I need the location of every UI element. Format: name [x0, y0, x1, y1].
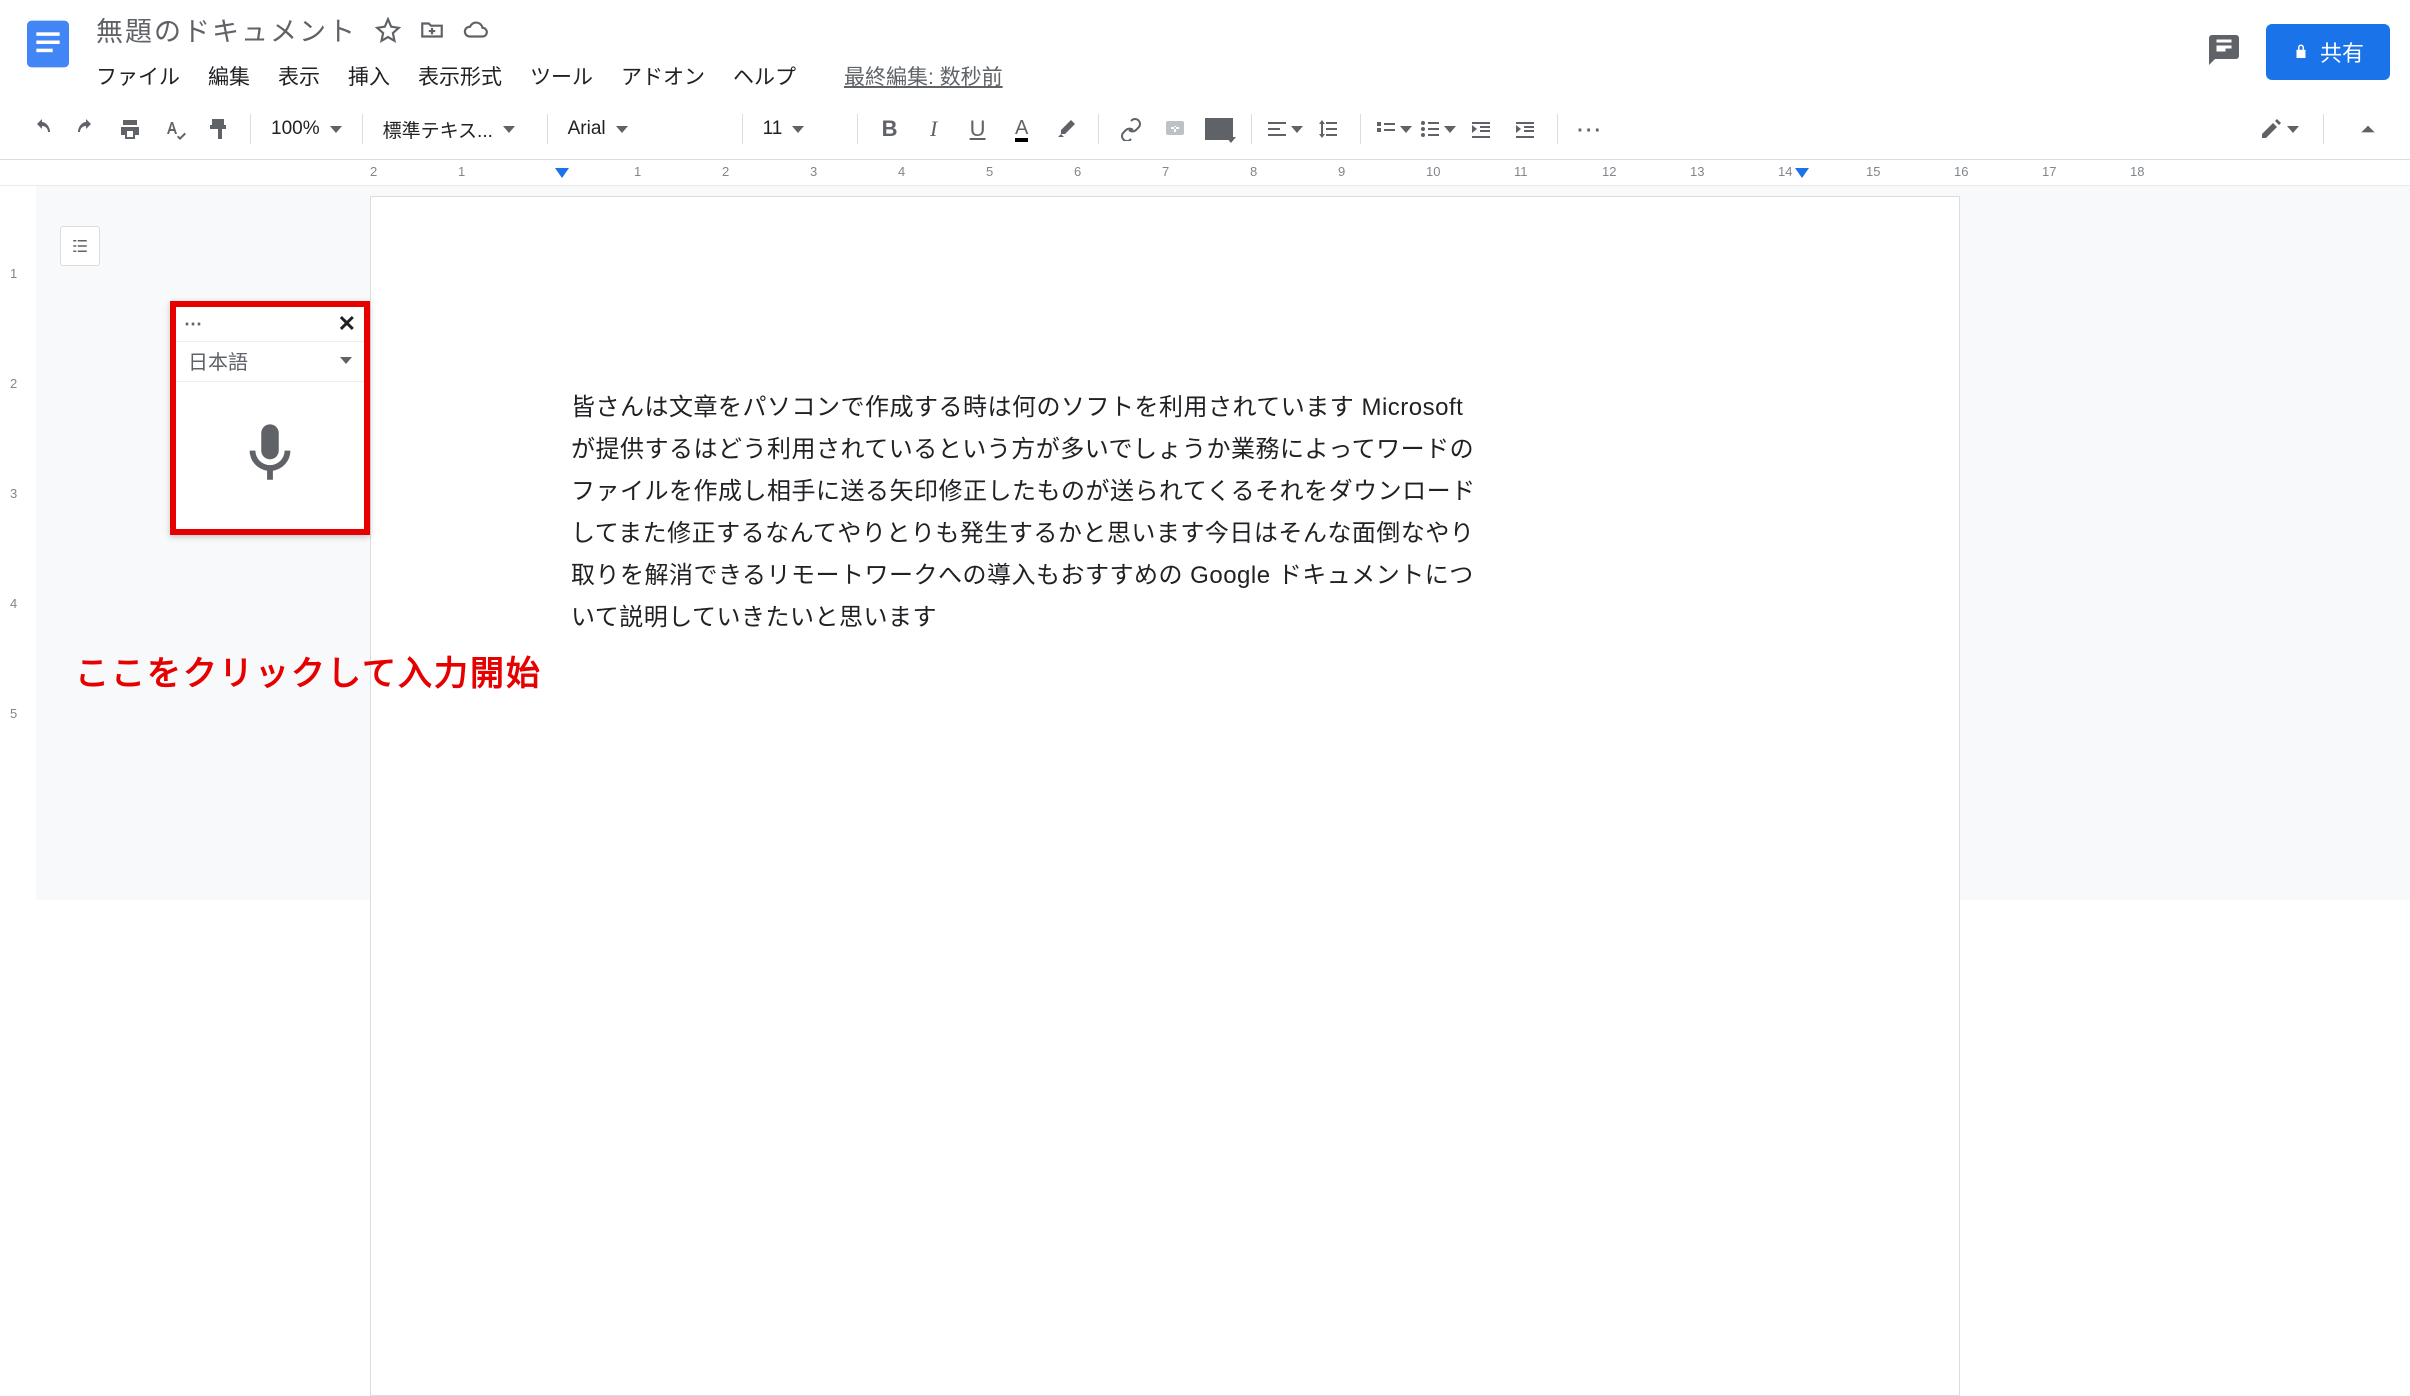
voice-mic-button[interactable] [176, 382, 364, 529]
document-page[interactable]: 皆さんは文章をパソコンで作成する時は何のソフトを利用されています Microso… [370, 196, 1960, 1396]
bulleted-list-button[interactable] [1417, 109, 1457, 149]
header: 無題のドキュメント ファイル 編集 表示 挿入 表示形式 ツール アドオン ヘル… [0, 0, 2410, 91]
outdent-button[interactable] [1461, 109, 1501, 149]
horizontal-ruler[interactable]: 21123456789101112131415161718 [0, 160, 2410, 186]
link-button[interactable] [1111, 109, 1151, 149]
menu-tools[interactable]: ツール [530, 61, 593, 91]
indent-button[interactable] [1505, 109, 1545, 149]
menu-insert[interactable]: 挿入 [348, 61, 390, 91]
menu-addons[interactable]: アドオン [621, 61, 705, 91]
voice-language-select[interactable]: 日本語 [176, 341, 364, 382]
workspace: 12345 皆さんは文章をパソコンで作成する時は何のソフトを利用されています M… [0, 186, 2410, 900]
fontsize-select[interactable]: 11 [755, 118, 845, 140]
move-icon[interactable] [419, 17, 445, 43]
cloud-status-icon[interactable] [463, 17, 489, 43]
star-icon[interactable] [375, 17, 401, 43]
annotation-text: ここをクリックして入力開始 [75, 646, 542, 695]
font-select[interactable]: Arial [560, 118, 730, 140]
collapse-toolbar-button[interactable] [2348, 109, 2388, 149]
voice-drag-handle-icon[interactable]: ⋯ [184, 314, 204, 335]
microphone-icon [235, 406, 305, 501]
align-button[interactable] [1264, 109, 1304, 149]
undo-button[interactable] [22, 109, 62, 149]
spellcheck-button[interactable] [154, 109, 194, 149]
document-body-text[interactable]: 皆さんは文章をパソコンで作成する時は何のソフトを利用されています Microso… [571, 387, 1491, 639]
menu-help[interactable]: ヘルプ [733, 61, 796, 91]
zoom-select[interactable]: 100% [263, 118, 350, 140]
underline-button[interactable]: U [958, 109, 998, 149]
checklist-button[interactable] [1373, 109, 1413, 149]
close-icon[interactable]: ✕ [338, 311, 356, 337]
editing-mode-button[interactable] [2259, 109, 2299, 149]
print-button[interactable] [110, 109, 150, 149]
text-color-button[interactable]: A [1002, 109, 1042, 149]
document-title[interactable]: 無題のドキュメント [96, 10, 357, 49]
menu-edit[interactable]: 編集 [208, 61, 250, 91]
redo-button[interactable] [66, 109, 106, 149]
italic-button[interactable]: I [914, 109, 954, 149]
voice-language-label: 日本語 [188, 346, 248, 375]
comments-icon[interactable] [2206, 32, 2242, 73]
bold-button[interactable]: B [870, 109, 910, 149]
more-button[interactable]: ⋯ [1570, 109, 1610, 149]
chevron-down-icon [340, 357, 352, 364]
outline-toggle-button[interactable] [60, 226, 100, 266]
last-edit-link[interactable]: 最終編集: 数秒前 [844, 61, 1003, 91]
menu-format[interactable]: 表示形式 [418, 61, 502, 91]
toolbar: 100% 標準テキス... Arial 11 B I U A ⋯ [0, 99, 2410, 160]
vertical-ruler[interactable]: 12345 [0, 186, 36, 900]
share-label: 共有 [2320, 36, 2364, 68]
menu-view[interactable]: 表示 [278, 61, 320, 91]
highlight-button[interactable] [1046, 109, 1086, 149]
menubar: ファイル 編集 表示 挿入 表示形式 ツール アドオン ヘルプ 最終編集: 数秒… [96, 61, 2206, 91]
comment-button[interactable] [1155, 109, 1195, 149]
image-button[interactable] [1199, 109, 1239, 149]
docs-logo[interactable] [20, 16, 76, 72]
voice-typing-panel[interactable]: ⋯ ✕ 日本語 [170, 301, 370, 535]
title-area: 無題のドキュメント ファイル 編集 表示 挿入 表示形式 ツール アドオン ヘル… [96, 10, 2206, 91]
header-right: 共有 [2206, 24, 2390, 80]
menu-file[interactable]: ファイル [96, 61, 180, 91]
paint-format-button[interactable] [198, 109, 238, 149]
share-button[interactable]: 共有 [2266, 24, 2390, 80]
linespacing-button[interactable] [1308, 109, 1348, 149]
style-select[interactable]: 標準テキス... [375, 116, 535, 143]
